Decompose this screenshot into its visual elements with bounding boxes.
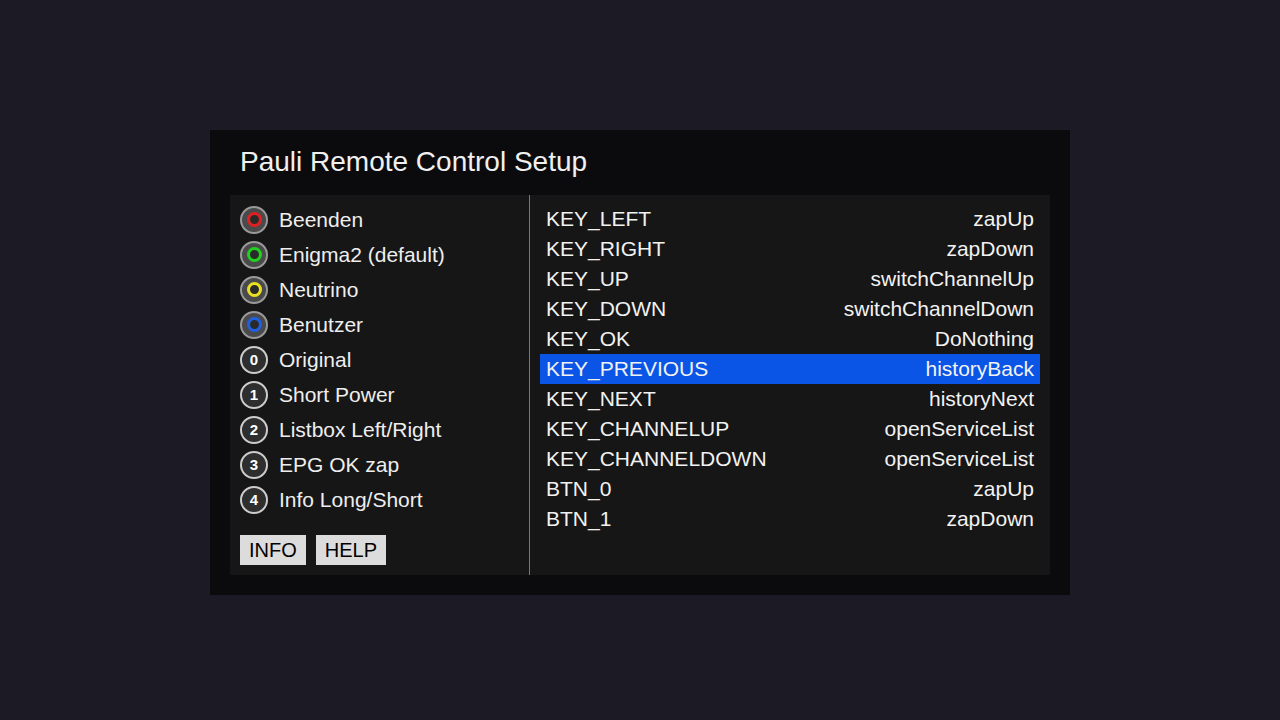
number-button-icon: 3 xyxy=(240,451,268,479)
setup-dialog: Pauli Remote Control Setup BeendenEnigma2… xyxy=(210,130,1070,595)
color-button-icon xyxy=(240,276,268,304)
screen: Pauli Remote Control Setup BeendenEnigma2… xyxy=(0,0,1280,720)
mapping-list: KEY_LEFTzapUpKEY_RIGHTzapDownKEY_UPswitc… xyxy=(530,195,1050,575)
key-button[interactable]: HELP xyxy=(316,535,386,565)
mapping-row[interactable]: KEY_NEXThistoryNext xyxy=(540,384,1040,414)
mapping-row[interactable]: KEY_DOWNswitchChannelDown xyxy=(540,294,1040,324)
option-item[interactable]: Benutzer xyxy=(240,307,529,342)
number-button-icon: 1 xyxy=(240,381,268,409)
option-item[interactable]: 0Original xyxy=(240,342,529,377)
number-button-icon: 4 xyxy=(240,486,268,514)
option-item[interactable]: Beenden xyxy=(240,202,529,237)
content-panel: BeendenEnigma2 (default)NeutrinoBenutzer… xyxy=(230,195,1050,575)
mapping-row[interactable]: KEY_RIGHTzapDown xyxy=(540,234,1040,264)
color-button-icon xyxy=(240,241,268,269)
mapping-row[interactable]: KEY_OKDoNothing xyxy=(540,324,1040,354)
color-button-icon xyxy=(240,311,268,339)
mapping-row[interactable]: BTN_0zapUp xyxy=(540,474,1040,504)
mapping-row[interactable]: KEY_UPswitchChannelUp xyxy=(540,264,1040,294)
dialog-title: Pauli Remote Control Setup xyxy=(230,144,1050,180)
mapping-row[interactable]: KEY_CHANNELUPopenServiceList xyxy=(540,414,1040,444)
mapping-row[interactable]: BTN_1zapDown xyxy=(540,504,1040,534)
option-item[interactable]: 4Info Long/Short xyxy=(240,482,529,517)
mapping-row[interactable]: KEY_PREVIOUShistoryBack xyxy=(540,354,1040,384)
key-button[interactable]: INFO xyxy=(240,535,306,565)
options-column: BeendenEnigma2 (default)NeutrinoBenutzer… xyxy=(230,195,530,575)
number-button-icon: 0 xyxy=(240,346,268,374)
option-item[interactable]: 2Listbox Left/Right xyxy=(240,412,529,447)
mapping-row[interactable]: KEY_CHANNELDOWNopenServiceList xyxy=(540,444,1040,474)
option-item[interactable]: Enigma2 (default) xyxy=(240,237,529,272)
color-button-icon xyxy=(240,206,268,234)
button-row: INFO HELP xyxy=(240,535,529,565)
option-item[interactable]: 3EPG OK zap xyxy=(240,447,529,482)
option-item[interactable]: 1Short Power xyxy=(240,377,529,412)
number-button-icon: 2 xyxy=(240,416,268,444)
option-item[interactable]: Neutrino xyxy=(240,272,529,307)
mapping-row[interactable]: KEY_LEFTzapUp xyxy=(540,204,1040,234)
